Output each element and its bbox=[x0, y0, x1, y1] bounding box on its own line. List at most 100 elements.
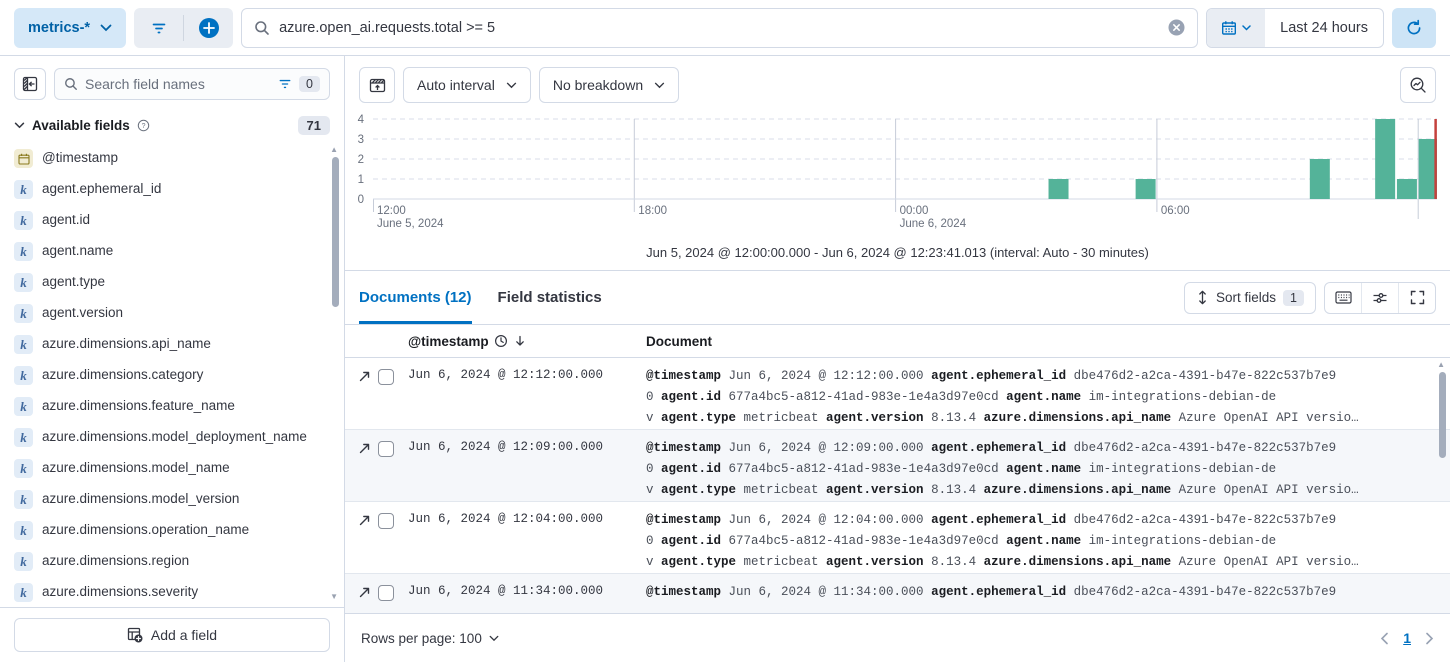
timestamp-cell: Jun 6, 2024 @ 12:09:00.000 bbox=[408, 438, 646, 501]
sort-descending-icon[interactable] bbox=[513, 334, 527, 348]
keyword-field-icon: k bbox=[14, 583, 33, 602]
fullscreen-button[interactable] bbox=[1399, 282, 1435, 314]
breakdown-dropdown[interactable]: No breakdown bbox=[539, 67, 679, 103]
svg-text:0: 0 bbox=[358, 194, 364, 206]
row-checkbox[interactable] bbox=[378, 441, 394, 457]
chevron-down-icon bbox=[654, 82, 665, 89]
available-fields-header[interactable]: Available fields ? 71 bbox=[0, 106, 344, 141]
keyword-field-icon: k bbox=[14, 304, 33, 323]
field-list-item[interactable]: kagent.id bbox=[14, 205, 320, 236]
row-checkbox[interactable] bbox=[378, 369, 394, 385]
plus-circle-icon bbox=[198, 17, 220, 39]
data-view-label: metrics-* bbox=[28, 20, 90, 36]
field-search-input[interactable]: Search field names 0 bbox=[54, 68, 330, 100]
field-list-item[interactable]: @timestamp bbox=[14, 143, 320, 174]
field-list-item[interactable]: kazure.dimensions.region bbox=[14, 546, 320, 577]
field-list-item[interactable]: kazure.dimensions.severity bbox=[14, 577, 320, 607]
svg-text:3: 3 bbox=[358, 134, 364, 146]
scrollbar-up-arrow[interactable]: ▲ bbox=[330, 145, 338, 154]
expand-document-icon[interactable] bbox=[358, 369, 371, 383]
next-page-button[interactable] bbox=[1425, 632, 1434, 645]
page-number[interactable]: 1 bbox=[1403, 630, 1411, 646]
table-row: Jun 6, 2024 @ 12:12:00.000@timestamp Jun… bbox=[345, 358, 1450, 430]
collapse-sidebar-button[interactable] bbox=[14, 68, 46, 100]
calendar-icon bbox=[1221, 20, 1237, 36]
chevron-down-icon bbox=[1242, 25, 1251, 31]
chevron-down-icon bbox=[14, 122, 25, 129]
scrollbar-up-arrow[interactable]: ▲ bbox=[1437, 360, 1445, 369]
field-list-item[interactable]: kazure.dimensions.category bbox=[14, 360, 320, 391]
field-list-item[interactable]: kazure.dimensions.feature_name bbox=[14, 391, 320, 422]
documents-table: Jun 6, 2024 @ 12:12:00.000@timestamp Jun… bbox=[345, 358, 1450, 613]
sidebar-scrollbar[interactable] bbox=[332, 157, 339, 307]
field-search-placeholder: Search field names bbox=[85, 76, 271, 92]
table-row: Jun 6, 2024 @ 12:09:00.000@timestamp Jun… bbox=[345, 430, 1450, 502]
keyword-field-icon: k bbox=[14, 459, 33, 478]
row-checkbox[interactable] bbox=[378, 513, 394, 529]
query-input[interactable]: azure.open_ai.requests.total >= 5 bbox=[241, 8, 1198, 48]
sliders-icon bbox=[1372, 291, 1388, 305]
svg-text:2: 2 bbox=[358, 154, 364, 166]
previous-page-button[interactable] bbox=[1380, 632, 1389, 645]
histogram-chart[interactable]: 0123412:00June 5, 202418:0000:00June 6, … bbox=[345, 106, 1450, 234]
field-name: azure.dimensions.feature_name bbox=[42, 397, 235, 415]
sort-fields-button[interactable]: Sort fields 1 bbox=[1184, 282, 1316, 314]
chevron-down-icon bbox=[506, 82, 517, 89]
expand-document-icon[interactable] bbox=[358, 585, 371, 599]
keyword-field-icon: k bbox=[14, 242, 33, 261]
field-list-item[interactable]: kazure.dimensions.operation_name bbox=[14, 515, 320, 546]
document-column-header: Document bbox=[646, 334, 712, 349]
field-name: agent.name bbox=[42, 242, 113, 260]
tab-documents[interactable]: Documents (12) bbox=[359, 271, 472, 324]
add-field-button[interactable]: Add a field bbox=[14, 618, 330, 652]
field-list-item[interactable]: kagent.ephemeral_id bbox=[14, 174, 320, 205]
filter-icon bbox=[151, 21, 167, 35]
tab-field-statistics[interactable]: Field statistics bbox=[498, 271, 602, 324]
sort-icon bbox=[1196, 290, 1209, 305]
field-list: ▲ ▼ @timestampkagent.ephemeral_idkagent.… bbox=[0, 141, 344, 607]
edit-visualization-button[interactable] bbox=[1400, 67, 1436, 103]
row-checkbox[interactable] bbox=[378, 585, 394, 601]
expand-document-icon[interactable] bbox=[358, 513, 371, 527]
interval-dropdown[interactable]: Auto interval bbox=[403, 67, 531, 103]
timestamp-column-header[interactable]: @timestamp bbox=[408, 334, 489, 349]
clear-query-icon[interactable] bbox=[1168, 19, 1185, 36]
field-list-item[interactable]: k azure.dimensions.model_name bbox=[14, 453, 320, 484]
table-row: Jun 6, 2024 @ 11:34:00.000@timestamp Jun… bbox=[345, 574, 1450, 613]
results-tab-bar: Documents (12) Field statistics Sort fie… bbox=[345, 271, 1450, 325]
keyboard-shortcuts-button[interactable] bbox=[1325, 282, 1361, 314]
svg-text:?: ? bbox=[141, 123, 145, 130]
grid-scrollbar[interactable] bbox=[1439, 372, 1446, 458]
table-footer: Rows per page: 100 1 bbox=[345, 613, 1450, 662]
rows-per-page-button[interactable]: Rows per page: 100 bbox=[361, 631, 499, 646]
filter-menu-button[interactable] bbox=[134, 8, 183, 48]
svg-text:June 5, 2024: June 5, 2024 bbox=[377, 218, 444, 230]
field-list-item[interactable]: kazure.dimensions.model_deployment_name bbox=[14, 422, 320, 453]
document-cell: @timestamp Jun 6, 2024 @ 11:34:00.000 ag… bbox=[646, 582, 1450, 613]
expand-document-icon[interactable] bbox=[358, 441, 371, 455]
magnifier-chart-icon bbox=[1409, 76, 1427, 94]
date-quick-select-button[interactable] bbox=[1207, 9, 1265, 47]
table-header-row: @timestamp Document bbox=[345, 325, 1450, 358]
add-filter-button[interactable] bbox=[184, 8, 233, 48]
field-list-item[interactable]: k agent.name bbox=[14, 236, 320, 267]
field-name: azure.dimensions.model_name bbox=[42, 459, 230, 477]
field-list-item[interactable]: kagent.version bbox=[14, 298, 320, 329]
field-list-item[interactable]: kazure.dimensions.api_name bbox=[14, 329, 320, 360]
hide-chart-button[interactable] bbox=[359, 67, 395, 103]
scrollbar-down-arrow[interactable]: ▼ bbox=[330, 592, 338, 601]
field-name: azure.dimensions.model_deployment_name bbox=[42, 428, 307, 446]
grid-view-controls bbox=[1324, 282, 1436, 314]
table-plus-icon bbox=[127, 627, 143, 643]
field-list-item[interactable]: kagent.type bbox=[14, 267, 320, 298]
data-view-picker[interactable]: metrics-* bbox=[14, 8, 126, 48]
display-options-button[interactable] bbox=[1362, 282, 1398, 314]
field-filter-count-badge: 0 bbox=[299, 76, 320, 92]
field-filter-icon[interactable] bbox=[278, 78, 292, 90]
field-list-item[interactable]: kazure.dimensions.model_version bbox=[14, 484, 320, 515]
chart-toolbar: Auto interval No breakdown bbox=[345, 56, 1450, 106]
sort-fields-label: Sort fields bbox=[1216, 290, 1276, 305]
time-range-button[interactable]: Last 24 hours bbox=[1265, 9, 1383, 47]
refresh-query-button[interactable] bbox=[1392, 8, 1436, 48]
field-name: agent.type bbox=[42, 273, 105, 291]
